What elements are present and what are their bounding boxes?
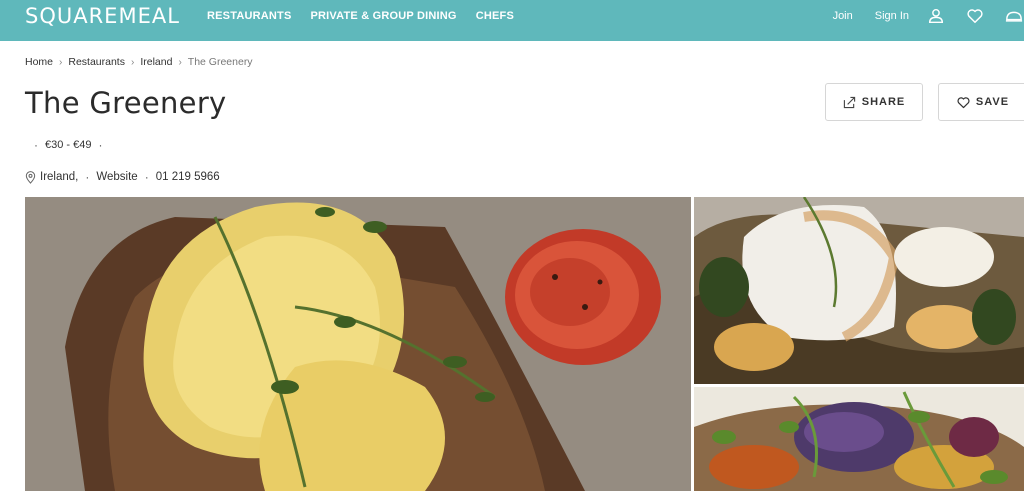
brand-name: SQUAREMEAL (25, 4, 180, 28)
nav-restaurants[interactable]: RESTAURANTS (207, 10, 292, 22)
sign-in-link[interactable]: Sign In (875, 10, 909, 22)
contact-row: Ireland, · Website · 01 219 5966 (25, 170, 220, 184)
nav-private-group-dining[interactable]: PRIVATE & GROUP DINING (311, 10, 457, 22)
breadcrumb-ireland[interactable]: Ireland (140, 56, 172, 68)
location-pin-icon (25, 170, 36, 184)
bullet: · (85, 170, 90, 184)
share-button[interactable]: SHARE (825, 83, 923, 121)
squaremeal-logo[interactable]: SQUAREMEAL (25, 3, 180, 29)
breadcrumb: Home › Restaurants › Ireland › The Green… (25, 56, 253, 68)
salad-photo (694, 387, 1024, 491)
nav-chefs[interactable]: CHEFS (476, 10, 514, 22)
top-nav-bar: SQUAREMEAL RESTAURANTS PRIVATE & GROUP D… (0, 0, 1024, 41)
location-text[interactable]: Ireland, (40, 171, 78, 183)
eggs-benedict-photo (25, 197, 691, 491)
user-icon[interactable] (926, 6, 946, 26)
gallery-side-photo-top[interactable] (694, 197, 1024, 384)
website-link[interactable]: Website (96, 171, 137, 183)
gallery-main-photo[interactable] (25, 197, 691, 491)
breadcrumb-restaurants[interactable]: Restaurants (68, 56, 125, 68)
main-nav: RESTAURANTS PRIVATE & GROUP DINING CHEFS (207, 0, 533, 32)
chevron-right-icon: › (178, 56, 182, 68)
save-button[interactable]: SAVE (938, 83, 1024, 121)
heart-icon[interactable] (965, 6, 985, 26)
share-label: SHARE (861, 96, 906, 108)
save-label: SAVE (975, 96, 1010, 108)
phone-number[interactable]: 01 219 5966 (156, 171, 220, 183)
price-row: · €30 - €49 · (34, 138, 109, 152)
account-nav: Join Sign In (833, 0, 1024, 32)
breadcrumb-home[interactable]: Home (25, 56, 53, 68)
bullet: · (144, 170, 149, 184)
breadcrumb-current: The Greenery (187, 56, 253, 68)
page-title: The Greenery (25, 86, 227, 120)
gallery-side-photo-bottom[interactable] (694, 387, 1024, 491)
share-icon (843, 96, 855, 108)
cloche-icon[interactable] (1004, 6, 1024, 26)
chevron-right-icon: › (130, 56, 135, 68)
fish-dish-photo (694, 197, 1024, 384)
heart-icon (957, 96, 970, 108)
bullet: · (34, 138, 38, 152)
price-range: €30 - €49 (45, 139, 92, 151)
join-link[interactable]: Join (833, 10, 853, 22)
bullet: · (98, 138, 103, 152)
chevron-right-icon: › (59, 56, 63, 68)
